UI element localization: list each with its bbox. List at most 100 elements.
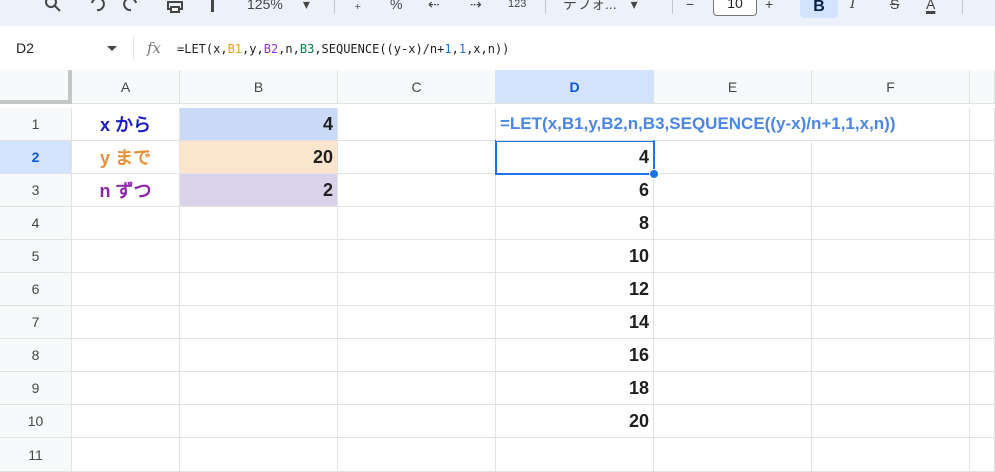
- cell-f11[interactable]: [812, 438, 970, 472]
- cell-g10[interactable]: [970, 405, 995, 438]
- cell-c8[interactable]: [338, 339, 496, 372]
- cell-c2[interactable]: [338, 141, 496, 174]
- cell-c5[interactable]: [338, 240, 496, 273]
- cell-a3[interactable]: n ずつ: [72, 174, 180, 207]
- cell-d2[interactable]: 4: [496, 141, 654, 174]
- cell-g9[interactable]: [970, 372, 995, 405]
- cell-d4[interactable]: 8: [496, 207, 654, 240]
- cell-d3[interactable]: 6: [496, 174, 654, 207]
- cell-a11[interactable]: [72, 438, 180, 472]
- cell-d10[interactable]: 20: [496, 405, 654, 438]
- formula-input[interactable]: =LET(x,B1,y,B2,n,B3,SEQUENCE((y-x)/n+1,1…: [177, 42, 509, 56]
- cell-e8[interactable]: [654, 339, 812, 372]
- cell-f6[interactable]: [812, 273, 970, 306]
- cell-a9[interactable]: [72, 372, 180, 405]
- increase-decimal-icon[interactable]: ⇢: [470, 0, 482, 16]
- cell-b11[interactable]: [180, 438, 338, 472]
- font-size-decrease-button[interactable]: −: [686, 0, 694, 16]
- number-format-button[interactable]: 123: [508, 0, 526, 16]
- strikethrough-button[interactable]: S: [890, 0, 899, 16]
- cell-f2[interactable]: [812, 141, 970, 174]
- cell-f9[interactable]: [812, 372, 970, 405]
- cell-e6[interactable]: [654, 273, 812, 306]
- cell-b9[interactable]: [180, 372, 338, 405]
- cell-e4[interactable]: [654, 207, 812, 240]
- row-header-4[interactable]: 4: [0, 207, 72, 240]
- row-header-3[interactable]: 3: [0, 174, 72, 207]
- cell-e2[interactable]: [654, 141, 812, 174]
- cell-c6[interactable]: [338, 273, 496, 306]
- decrease-decimal-icon[interactable]: ⇠: [428, 0, 440, 16]
- cell-e11[interactable]: [654, 438, 812, 472]
- cell-d11[interactable]: [496, 438, 654, 472]
- cell-g5[interactable]: [970, 240, 995, 273]
- cell-f7[interactable]: [812, 306, 970, 339]
- italic-button[interactable]: I: [850, 0, 856, 16]
- cell-b5[interactable]: [180, 240, 338, 273]
- cell-c11[interactable]: [338, 438, 496, 472]
- cell-g4[interactable]: [970, 207, 995, 240]
- cell-b6[interactable]: [180, 273, 338, 306]
- cell-c9[interactable]: [338, 372, 496, 405]
- row-header-1[interactable]: 1: [0, 108, 72, 141]
- column-header-g[interactable]: [970, 70, 995, 104]
- chevron-down-icon[interactable]: [107, 46, 117, 51]
- column-header-b[interactable]: B: [180, 70, 338, 104]
- cell-c7[interactable]: [338, 306, 496, 339]
- cell-b3[interactable]: 2: [180, 174, 338, 207]
- cell-c3[interactable]: [338, 174, 496, 207]
- cell-c4[interactable]: [338, 207, 496, 240]
- undo-icon[interactable]: [88, 0, 106, 16]
- column-header-c[interactable]: C: [338, 70, 496, 104]
- row-header-7[interactable]: 7: [0, 306, 72, 339]
- cell-g11[interactable]: [970, 438, 995, 472]
- cell-g7[interactable]: [970, 306, 995, 339]
- cell-d5[interactable]: 10: [496, 240, 654, 273]
- cell-a6[interactable]: [72, 273, 180, 306]
- cell-a2[interactable]: y まで: [72, 141, 180, 174]
- cell-e10[interactable]: [654, 405, 812, 438]
- row-header-8[interactable]: 8: [0, 339, 72, 372]
- select-all-corner[interactable]: [0, 70, 72, 104]
- column-header-a[interactable]: A: [72, 70, 180, 104]
- cell-a7[interactable]: [72, 306, 180, 339]
- zoom-select[interactable]: 125% ▾: [247, 0, 310, 16]
- cell-b1[interactable]: 4: [180, 108, 338, 141]
- cell-g1[interactable]: [970, 108, 995, 141]
- cell-e7[interactable]: [654, 306, 812, 339]
- cell-a4[interactable]: [72, 207, 180, 240]
- bold-button[interactable]: B: [800, 0, 838, 18]
- font-family-select[interactable]: デフォ... ▾: [563, 0, 638, 16]
- column-header-f[interactable]: F: [812, 70, 970, 104]
- font-size-increase-button[interactable]: +: [765, 0, 773, 16]
- name-box[interactable]: D2: [16, 40, 34, 56]
- cell-g6[interactable]: [970, 273, 995, 306]
- print-icon[interactable]: [165, 0, 185, 16]
- fill-handle[interactable]: [649, 169, 659, 179]
- cell-f5[interactable]: [812, 240, 970, 273]
- cell-e3[interactable]: [654, 174, 812, 207]
- cell-d9[interactable]: 18: [496, 372, 654, 405]
- cell-e5[interactable]: [654, 240, 812, 273]
- cell-a8[interactable]: [72, 339, 180, 372]
- currency-format-button[interactable]: ₊: [354, 0, 361, 16]
- cell-b7[interactable]: [180, 306, 338, 339]
- cell-c1[interactable]: [338, 108, 496, 141]
- cell-a1[interactable]: x から: [72, 108, 180, 141]
- text-color-button[interactable]: A: [926, 0, 935, 16]
- font-size-input[interactable]: 10: [713, 0, 757, 16]
- cell-b4[interactable]: [180, 207, 338, 240]
- cell-d1[interactable]: =LET(x,B1,y,B2,n,B3,SEQUENCE((y-x)/n+1,1…: [496, 108, 896, 141]
- column-header-d[interactable]: D: [496, 70, 654, 104]
- search-icon[interactable]: [44, 0, 62, 16]
- cell-d8[interactable]: 16: [496, 339, 654, 372]
- cell-e9[interactable]: [654, 372, 812, 405]
- cell-g8[interactable]: [970, 339, 995, 372]
- cell-b2[interactable]: 20: [180, 141, 338, 174]
- redo-icon[interactable]: [122, 0, 140, 16]
- cell-c10[interactable]: [338, 405, 496, 438]
- paint-format-icon[interactable]: [206, 0, 220, 16]
- cell-d7[interactable]: 14: [496, 306, 654, 339]
- cell-f3[interactable]: [812, 174, 970, 207]
- cell-b10[interactable]: [180, 405, 338, 438]
